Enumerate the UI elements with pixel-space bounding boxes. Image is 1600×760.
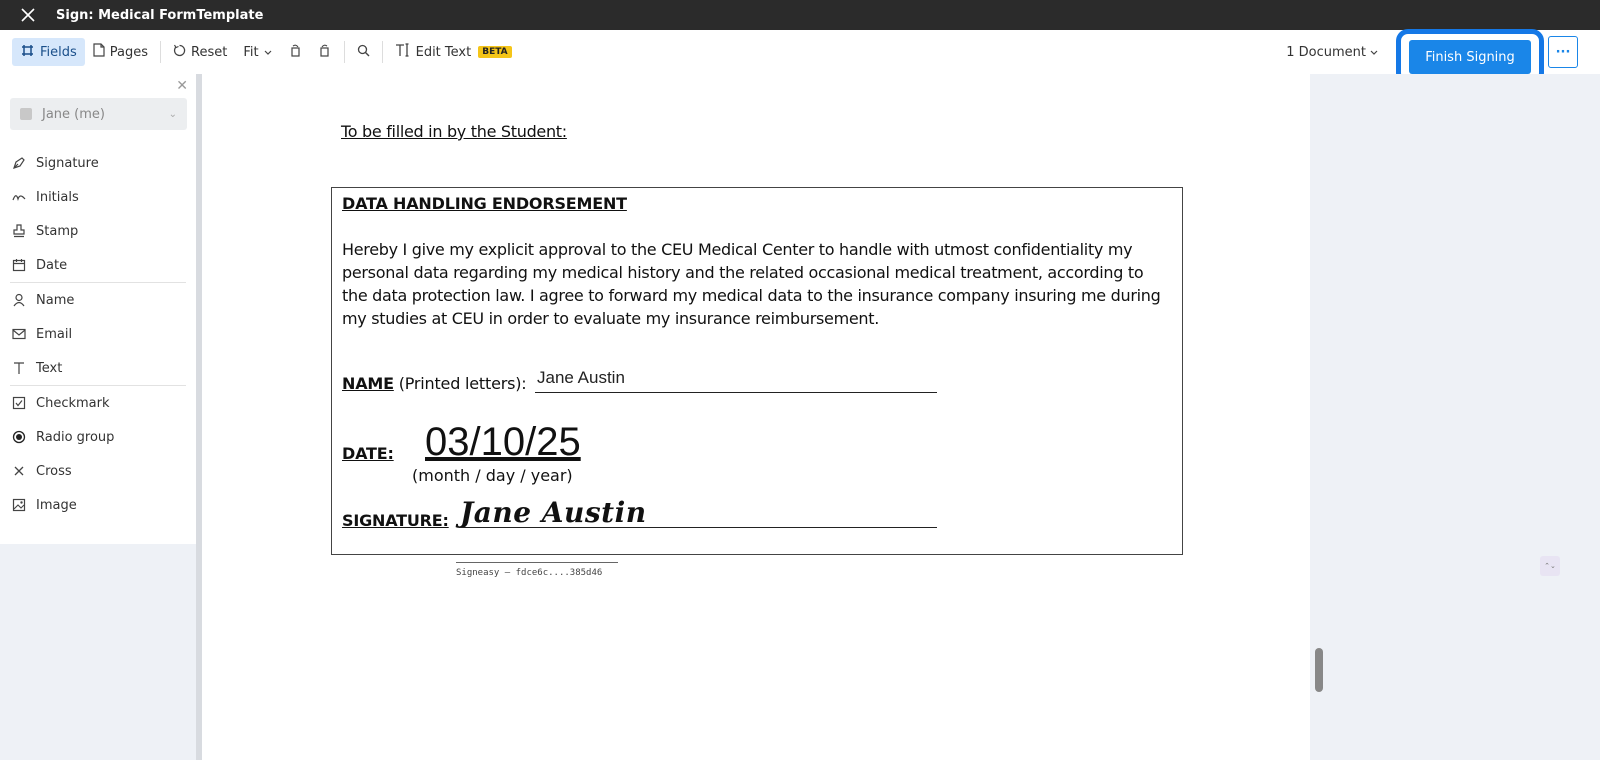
name-underline bbox=[535, 392, 937, 393]
field-label: Date bbox=[36, 257, 68, 273]
chevron-down-icon: ⌄ bbox=[168, 108, 177, 120]
rotate-left-icon bbox=[288, 43, 302, 61]
pages-tab[interactable]: Pages bbox=[85, 38, 156, 66]
document-selector[interactable]: 1 Document bbox=[1286, 45, 1378, 60]
text-icon bbox=[12, 361, 26, 375]
close-icon[interactable] bbox=[0, 0, 56, 30]
right-margin bbox=[1310, 74, 1600, 760]
edit-text-button[interactable]: Edit Text BETA bbox=[387, 38, 520, 66]
field-label: Signature bbox=[36, 155, 99, 171]
field-stamp[interactable]: Stamp bbox=[0, 214, 196, 248]
scrollbar-thumb[interactable] bbox=[1315, 648, 1323, 692]
signer-dropdown[interactable]: Jane (me) ⌄ bbox=[10, 98, 187, 130]
field-label: Radio group bbox=[36, 429, 115, 445]
document-heading: To be filled in by the Student: bbox=[341, 122, 567, 141]
signature-row-label: SIGNATURE: bbox=[342, 511, 449, 530]
date-format-hint: (month / day / year) bbox=[412, 466, 573, 485]
fit-label: Fit bbox=[243, 44, 259, 60]
toolbar-divider bbox=[160, 41, 162, 63]
signer-name: Jane (me) bbox=[42, 106, 105, 122]
name-row-label: NAME (Printed letters): bbox=[342, 374, 527, 393]
fields-panel: ✕ Jane (me) ⌄ Signature Initials Stamp D… bbox=[0, 74, 196, 544]
title-bar: Sign: Medical FormTemplate bbox=[0, 0, 1600, 30]
toolbar-divider bbox=[381, 41, 383, 63]
reset-label: Reset bbox=[191, 44, 228, 60]
person-icon bbox=[12, 293, 26, 307]
endorsement-box: DATA HANDLING ENDORSEMENT Hereby I give … bbox=[331, 187, 1183, 555]
field-email[interactable]: Email bbox=[0, 317, 196, 351]
field-cross[interactable]: Cross bbox=[0, 454, 196, 488]
page-icon bbox=[93, 43, 105, 61]
field-radio-group[interactable]: Radio group bbox=[0, 420, 196, 454]
name-label: NAME bbox=[342, 374, 394, 393]
field-label: Text bbox=[36, 360, 63, 376]
document-viewer: To be filled in by the Student: DATA HAN… bbox=[202, 74, 1310, 760]
field-text[interactable]: Text bbox=[0, 351, 196, 385]
field-date[interactable]: Date bbox=[0, 248, 196, 282]
signature-label: SIGNATURE: bbox=[342, 511, 449, 530]
rotate-right-button[interactable] bbox=[310, 38, 340, 66]
pages-label: Pages bbox=[109, 44, 149, 60]
checkbox-icon bbox=[12, 396, 26, 410]
signeasy-stamp: Signeasy – fdce6c....385d46 bbox=[456, 568, 603, 578]
toolbar-right: 1 Document Finish Signing ··· bbox=[1286, 29, 1600, 85]
field-label: Checkmark bbox=[36, 395, 110, 411]
initials-icon bbox=[12, 190, 26, 204]
field-label: Initials bbox=[36, 189, 79, 205]
name-hint: (Printed letters): bbox=[393, 374, 527, 393]
radio-icon bbox=[12, 430, 26, 444]
text-cursor-icon bbox=[395, 43, 411, 61]
finish-signing-button[interactable]: Finish Signing bbox=[1409, 40, 1531, 74]
more-options-button[interactable]: ··· bbox=[1548, 36, 1578, 68]
signature-field-value[interactable]: Jane Austin bbox=[460, 496, 647, 529]
fields-tab[interactable]: Fields bbox=[12, 38, 85, 66]
zoom-fit-dropdown[interactable]: Fit bbox=[235, 38, 279, 66]
rotate-left-button[interactable] bbox=[280, 38, 310, 66]
endorsement-title: DATA HANDLING ENDORSEMENT bbox=[342, 194, 627, 213]
fields-label: Fields bbox=[40, 44, 77, 60]
field-checkmark[interactable]: Checkmark bbox=[0, 386, 196, 420]
envelope-icon bbox=[12, 327, 26, 341]
search-icon bbox=[357, 44, 370, 61]
beta-badge: BETA bbox=[478, 46, 512, 58]
chevron-down-icon bbox=[1370, 45, 1378, 60]
toolbar: Fields Pages Reset Fit Edit Text BETA 1 … bbox=[0, 29, 1600, 85]
date-field-value[interactable]: 03/10/25 bbox=[425, 420, 581, 465]
image-icon bbox=[12, 498, 26, 512]
signer-color-swatch bbox=[20, 108, 32, 120]
pen-nib-icon bbox=[12, 156, 26, 170]
document-selector-label: 1 Document bbox=[1286, 44, 1366, 60]
reset-button[interactable]: Reset bbox=[165, 38, 235, 66]
fields-icon bbox=[20, 44, 35, 61]
cross-icon bbox=[12, 464, 26, 478]
endorsement-body: Hereby I give my explicit approval to th… bbox=[342, 240, 1161, 328]
signeasy-stamp-line bbox=[456, 562, 618, 563]
field-label: Cross bbox=[36, 463, 72, 479]
field-label: Email bbox=[36, 326, 73, 342]
toolbar-divider bbox=[343, 41, 345, 63]
field-list: Signature Initials Stamp Date Name Email… bbox=[0, 146, 196, 522]
edit-text-label: Edit Text bbox=[415, 44, 472, 60]
rotate-right-icon bbox=[318, 43, 332, 61]
side-widget-icon[interactable]: ⌃⌄ bbox=[1540, 556, 1560, 576]
field-label: Stamp bbox=[36, 223, 79, 239]
window-title: Sign: Medical FormTemplate bbox=[56, 7, 264, 23]
chevron-down-icon bbox=[264, 45, 272, 60]
calendar-icon bbox=[12, 258, 26, 272]
field-image[interactable]: Image bbox=[0, 488, 196, 522]
signature-underline bbox=[460, 527, 937, 528]
date-row-label: DATE: bbox=[342, 444, 394, 463]
search-button[interactable] bbox=[349, 38, 378, 66]
field-label: Name bbox=[36, 292, 75, 308]
field-signature[interactable]: Signature bbox=[0, 146, 196, 180]
name-field-value[interactable]: Jane Austin bbox=[537, 368, 625, 388]
close-panel-icon[interactable]: ✕ bbox=[176, 78, 188, 94]
field-label: Image bbox=[36, 497, 77, 513]
field-name[interactable]: Name bbox=[0, 283, 196, 317]
field-initials[interactable]: Initials bbox=[0, 180, 196, 214]
stamp-icon bbox=[12, 224, 26, 238]
date-label: DATE: bbox=[342, 444, 394, 463]
reset-icon bbox=[173, 44, 186, 61]
